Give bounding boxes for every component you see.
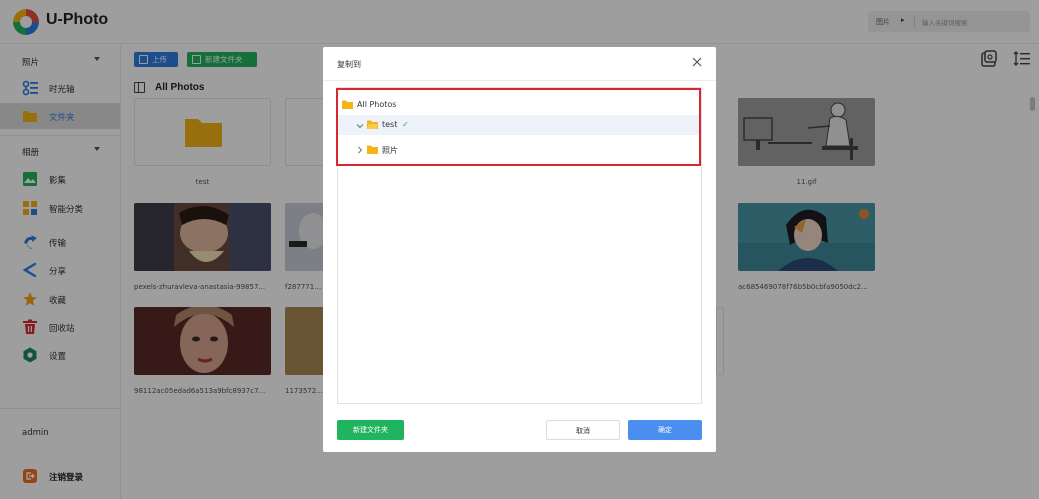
copy-to-dialog: 复制到 All Photos test ✓ 照片 新建文件夹 取消 确定	[323, 47, 716, 452]
dialog-new-folder-button[interactable]: 新建文件夹	[337, 420, 404, 440]
dialog-divider	[323, 80, 716, 81]
close-icon[interactable]	[690, 55, 704, 69]
cancel-button[interactable]: 取消	[546, 420, 620, 440]
confirm-button[interactable]: 确定	[628, 420, 702, 440]
annotation-highlight-box	[336, 88, 701, 166]
dialog-title: 复制到	[337, 60, 361, 69]
